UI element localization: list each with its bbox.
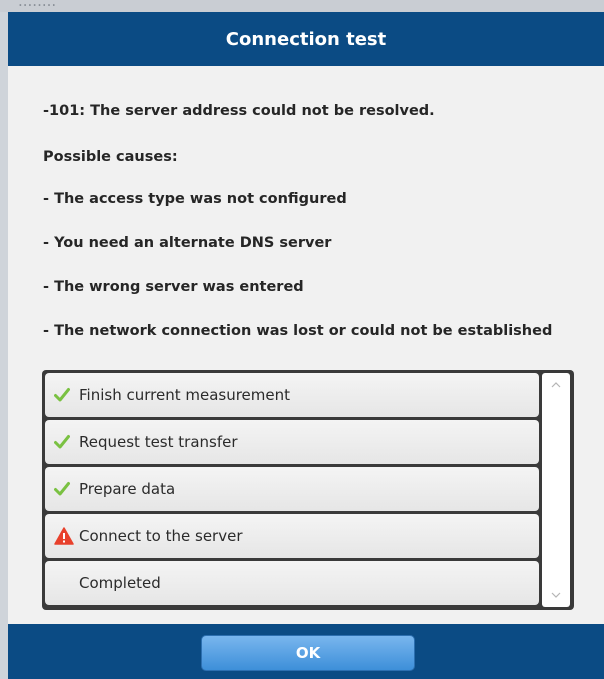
check-icon	[54, 434, 76, 450]
scroll-down-arrow-icon[interactable]	[542, 587, 570, 603]
background-page-text: ........	[18, 0, 57, 10]
step-item-finish-measurement: Finish current measurement	[45, 373, 539, 417]
connection-test-dialog: Connection test -101: The server address…	[8, 12, 604, 679]
step-label: Prepare data	[79, 480, 176, 498]
dialog-title: Connection test	[225, 28, 387, 50]
scroll-up-arrow-icon[interactable]	[542, 377, 570, 393]
cause-item: - The access type was not configured	[43, 191, 347, 207]
step-label: Request test transfer	[79, 433, 238, 451]
warning-icon	[54, 527, 76, 545]
step-item-request-transfer: Request test transfer	[45, 420, 539, 464]
step-item-prepare-data: Prepare data	[45, 467, 539, 511]
check-icon	[54, 387, 76, 403]
cause-item: - You need an alternate DNS server	[43, 235, 332, 251]
ok-button[interactable]: OK	[201, 635, 415, 671]
causes-heading: Possible causes:	[43, 149, 178, 165]
progress-steps-list: Finish current measurement Request test …	[42, 370, 574, 610]
background-page-strip: ........	[0, 0, 604, 12]
check-icon	[54, 481, 76, 497]
dialog-header: Connection test	[8, 12, 604, 66]
cause-item: - The network connection was lost or cou…	[43, 323, 553, 339]
dialog-footer: OK	[8, 624, 604, 679]
step-item-completed: Completed	[45, 561, 539, 605]
step-item-connect-server: Connect to the server	[45, 514, 539, 558]
cause-item: - The wrong server was entered	[43, 279, 304, 295]
error-message: -101: The server address could not be re…	[43, 103, 435, 119]
step-label: Completed	[79, 574, 161, 592]
step-label: Finish current measurement	[79, 386, 290, 404]
step-label: Connect to the server	[79, 527, 243, 545]
steps-scrollbar[interactable]	[542, 373, 570, 607]
